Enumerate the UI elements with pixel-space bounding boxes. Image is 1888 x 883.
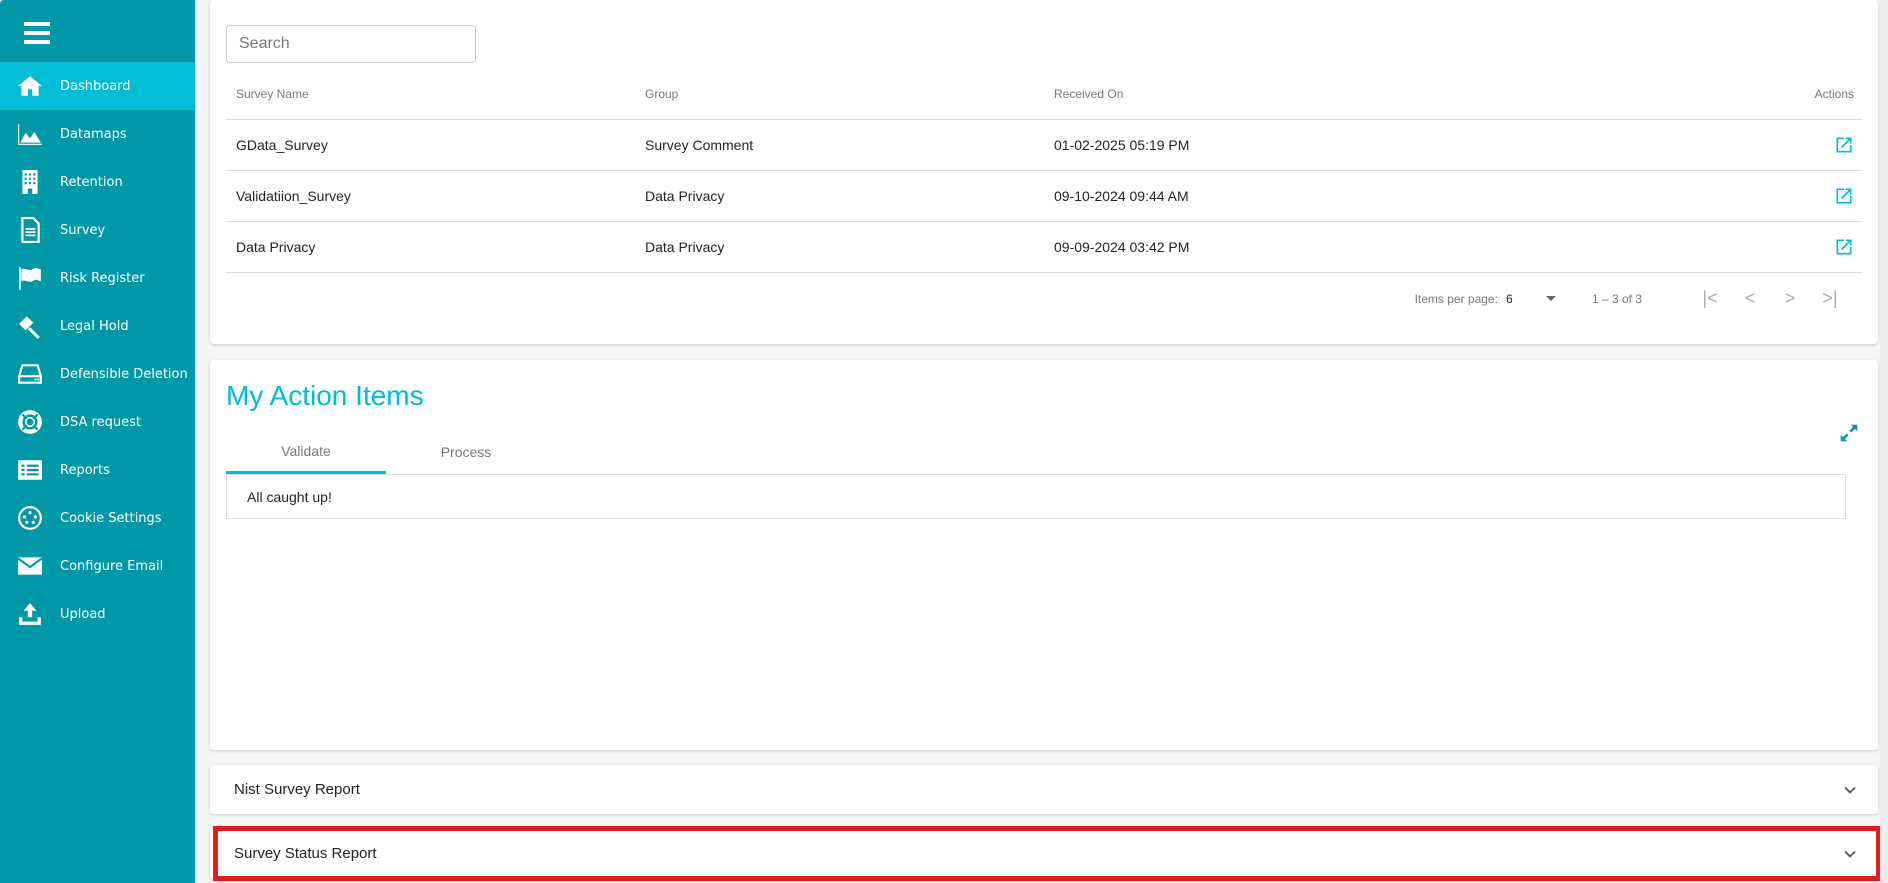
sidebar-item-reports[interactable]: Reports (0, 446, 195, 494)
sidebar-item-label: Dashboard (60, 78, 131, 94)
chevron-down-icon[interactable] (1844, 784, 1856, 796)
sidebar-item-label: DSA request (60, 414, 141, 430)
search-input[interactable] (226, 25, 476, 63)
survey-actions (1630, 119, 1862, 171)
sidebar-item-configure-email[interactable]: Configure Email (0, 542, 195, 590)
document-icon (0, 217, 60, 243)
panel-title: Nist Survey Report (234, 781, 360, 798)
first-page-button[interactable]: |< (1690, 288, 1730, 309)
open-in-new-icon[interactable] (1834, 237, 1854, 257)
items-per-page-label: Items per page: (1414, 291, 1498, 306)
survey-actions (1630, 170, 1862, 222)
sidebar-item-label: Cookie Settings (60, 510, 162, 526)
open-in-new-icon[interactable] (1834, 135, 1854, 155)
chevron-down-icon[interactable] (1844, 848, 1856, 860)
column-header-received-on[interactable]: Received On (1044, 70, 1631, 120)
sidebar-item-dashboard[interactable]: Dashboard (0, 62, 195, 110)
sidebar-item-label: Survey (60, 222, 106, 238)
action-items-card: My Action Items Validate Process All cau… (210, 360, 1878, 750)
envelope-icon (0, 553, 60, 579)
last-page-button[interactable]: >| (1810, 288, 1850, 309)
upload-icon (0, 601, 60, 627)
column-header-group[interactable]: Group (635, 70, 1044, 120)
sidebar-item-label: Reports (60, 462, 110, 478)
survey-received-on: 09-09-2024 03:42 PM (1044, 221, 1631, 273)
nist-survey-report-panel[interactable]: Nist Survey Report (210, 765, 1878, 814)
sidebar-item-label: Retention (60, 174, 123, 190)
sidebar-item-label: Datamaps (60, 126, 127, 142)
survey-group: Data Privacy (635, 221, 1044, 273)
life-ring-icon (0, 409, 60, 435)
survey-name: Data Privacy (226, 221, 635, 273)
survey-actions (1630, 221, 1862, 273)
column-header-actions: Actions (1630, 70, 1862, 120)
gavel-icon (0, 313, 60, 339)
survey-name: GData_Survey (226, 119, 635, 171)
action-items-title: My Action Items (226, 380, 424, 411)
survey-group: Data Privacy (635, 170, 1044, 222)
sidebar-item-label: Configure Email (60, 558, 164, 574)
sidebar-item-label: Upload (60, 606, 106, 622)
page-range-label: 1 – 3 of 3 (1591, 291, 1642, 306)
sidebar-item-label: Defensible Deletion (60, 366, 188, 382)
survey-received-on: 09-10-2024 09:44 AM (1044, 170, 1631, 222)
paginator: Items per page: 6 1 – 3 of 3 |< < > >| (1415, 288, 1850, 309)
next-page-button[interactable]: > (1770, 288, 1810, 309)
tab-process[interactable]: Process (386, 430, 546, 474)
sidebar-item-upload[interactable]: Upload (0, 590, 195, 638)
tab-validate[interactable]: Validate (226, 430, 386, 474)
action-items-tabs: Validate Process (226, 430, 546, 474)
sidebar-item-cookie-settings[interactable]: Cookie Settings (0, 494, 195, 542)
table-row: Data Privacy Data Privacy 09-09-2024 03:… (226, 221, 1862, 273)
building-icon (0, 169, 60, 195)
survey-table: Survey Name Group Received On Actions GD… (226, 70, 1862, 273)
sidebar-item-risk-register[interactable]: Risk Register (0, 254, 195, 302)
page-scrollbar[interactable] (1880, 0, 1888, 883)
cookie-icon (0, 505, 60, 531)
home-icon (0, 73, 60, 99)
sidebar-item-retention[interactable]: Retention (0, 158, 195, 206)
panel-title: Survey Status Report (234, 845, 377, 862)
sidebar-nav: Dashboard Datamaps Retention Survey Risk… (0, 62, 195, 638)
survey-group: Survey Comment (635, 119, 1044, 171)
survey-list-card: Survey Name Group Received On Actions GD… (210, 0, 1878, 344)
sidebar-item-legal-hold[interactable]: Legal Hold (0, 302, 195, 350)
sidebar: Dashboard Datamaps Retention Survey Risk… (0, 0, 195, 883)
flag-icon (0, 265, 60, 291)
sidebar-item-label: Risk Register (60, 270, 145, 286)
sidebar-item-dsa-request[interactable]: DSA request (0, 398, 195, 446)
survey-status-report-panel[interactable]: Survey Status Report (210, 828, 1878, 879)
items-per-page-select[interactable]: 6 (1506, 292, 1546, 306)
sidebar-item-datamaps[interactable]: Datamaps (0, 110, 195, 158)
previous-page-button[interactable]: < (1730, 288, 1770, 309)
survey-name: Validatiion_Survey (226, 170, 635, 222)
caret-down-icon[interactable] (1545, 296, 1556, 301)
sidebar-item-defensible-deletion[interactable]: Defensible Deletion (0, 350, 195, 398)
survey-received-on: 01-02-2025 05:19 PM (1044, 119, 1631, 171)
hamburger-menu-icon[interactable] (24, 22, 50, 44)
area-chart-icon (0, 121, 60, 147)
expand-icon[interactable] (1838, 422, 1860, 444)
hard-drive-icon (0, 361, 60, 387)
column-header-survey-name[interactable]: Survey Name (226, 70, 635, 120)
table-row: Validatiion_Survey Data Privacy 09-10-20… (226, 170, 1862, 222)
open-in-new-icon[interactable] (1834, 186, 1854, 206)
list-icon (0, 457, 60, 483)
table-row: GData_Survey Survey Comment 01-02-2025 0… (226, 119, 1862, 171)
sidebar-item-survey[interactable]: Survey (0, 206, 195, 254)
sidebar-item-label: Legal Hold (60, 318, 129, 334)
empty-message: All caught up! (226, 474, 1846, 519)
table-header-row: Survey Name Group Received On Actions (226, 70, 1862, 120)
